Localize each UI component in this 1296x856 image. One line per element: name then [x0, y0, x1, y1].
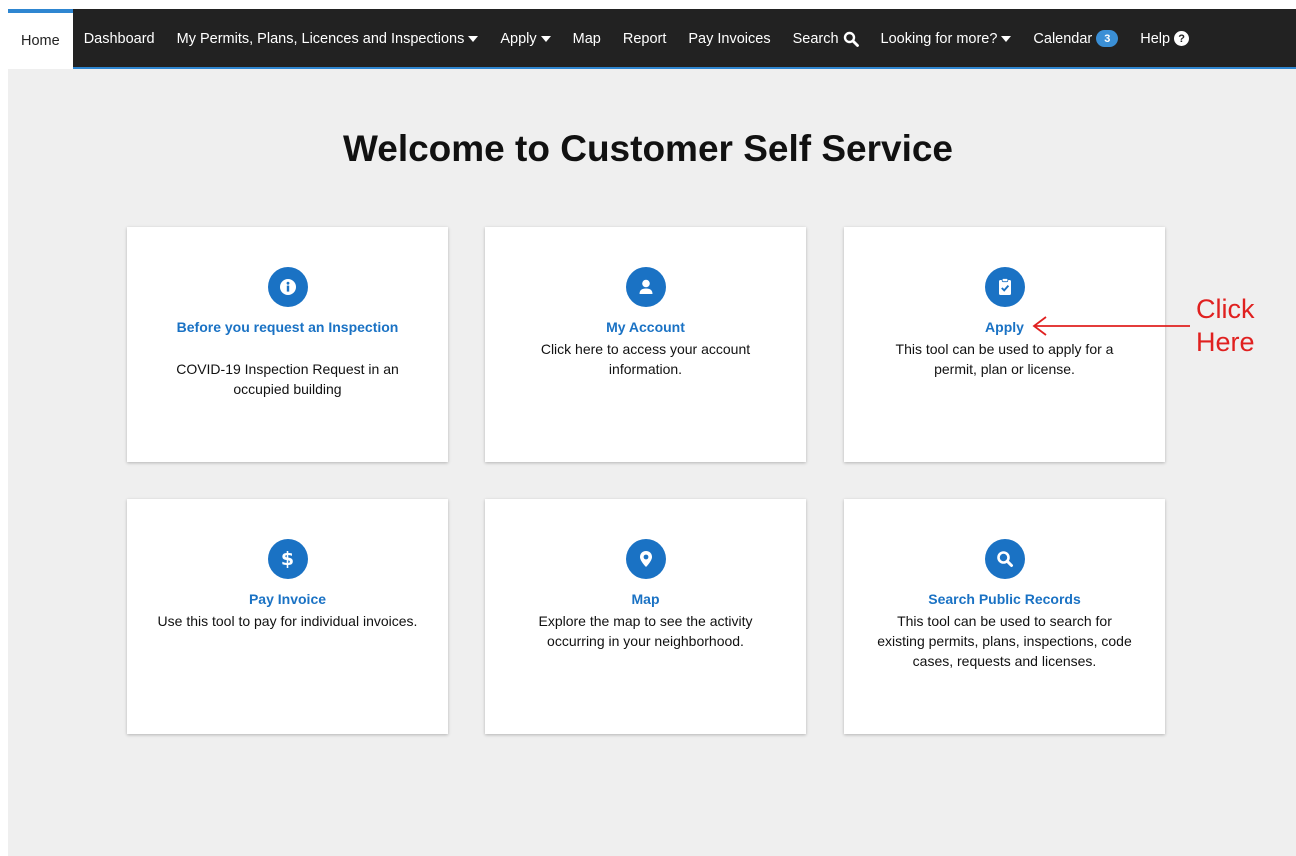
nav-map-label: Map	[572, 30, 601, 47]
card-description: This tool can be used to apply for a per…	[895, 341, 1114, 377]
nav-search[interactable]: Search	[782, 14, 870, 63]
card-search-public-records[interactable]: Search Public Records This tool can be u…	[844, 499, 1165, 734]
nav-apply-label: Apply	[500, 30, 537, 47]
card-description: Explore the map to see the activity occu…	[538, 613, 753, 649]
card-apply[interactable]: Apply This tool can be used to apply for…	[844, 227, 1165, 462]
card-title[interactable]: Map	[525, 589, 766, 609]
nav-pay-invoices[interactable]: Pay Invoices	[677, 14, 781, 63]
nav-looking-for-more-label: Looking for more?	[880, 30, 998, 47]
page-frame: Home Dashboard My Permits, Plans, Licenc…	[0, 0, 1296, 856]
nav-map[interactable]: Map	[562, 14, 612, 63]
nav-my-permits[interactable]: My Permits, Plans, Licences and Inspecti…	[166, 14, 490, 63]
nav-help[interactable]: Help ?	[1129, 14, 1200, 63]
search-icon	[843, 31, 859, 47]
info-icon	[267, 267, 308, 307]
nav-calendar[interactable]: Calendar 3	[1022, 14, 1129, 63]
card-title[interactable]: Search Public Records	[884, 589, 1125, 609]
nav-search-label: Search	[792, 30, 839, 47]
clipboard-check-icon	[984, 267, 1025, 307]
card-title[interactable]: Before you request an Inspection	[167, 317, 408, 337]
annotation-arrow-icon	[1032, 316, 1190, 336]
nav-report-label: Report	[622, 30, 667, 47]
user-icon	[625, 267, 666, 307]
search-icon	[984, 539, 1025, 579]
card-my-account[interactable]: My Account Click here to access your acc…	[485, 227, 806, 462]
nav-looking-for-more[interactable]: Looking for more?	[870, 14, 1023, 63]
content-area	[8, 69, 1296, 856]
card-before-inspection[interactable]: Before you request an Inspection COVID-1…	[127, 227, 448, 462]
card-description: Use this tool to pay for individual invo…	[157, 613, 418, 629]
calendar-count-badge: 3	[1096, 30, 1119, 47]
caret-down-icon	[1001, 35, 1012, 42]
nav-home[interactable]: Home	[8, 9, 73, 69]
nav-dashboard[interactable]: Dashboard	[73, 14, 166, 63]
card-description: This tool can be used to search for exis…	[877, 613, 1132, 669]
card-description: Click here to access your account inform…	[540, 341, 751, 377]
nav-calendar-label: Calendar	[1033, 30, 1093, 47]
nav-home-label: Home	[21, 33, 60, 49]
click-here-annotation: Click Here	[1196, 293, 1255, 359]
dollar-icon: $	[267, 539, 308, 579]
annotation-line: Click	[1196, 294, 1255, 324]
card-title[interactable]: Pay Invoice	[167, 589, 408, 609]
help-circle-icon: ?	[1174, 31, 1190, 46]
caret-down-icon	[468, 35, 479, 42]
nav-report[interactable]: Report	[612, 14, 678, 63]
page-title: Welcome to Customer Self Service	[342, 128, 954, 169]
caret-down-icon	[540, 35, 551, 42]
card-description: COVID-19 Inspection Request in an occupi…	[176, 361, 399, 397]
card-title[interactable]: My Account	[525, 317, 766, 337]
nav-dashboard-label: Dashboard	[83, 30, 155, 47]
nav-apply[interactable]: Apply	[489, 14, 561, 63]
nav-my-permits-label: My Permits, Plans, Licences and Inspecti…	[176, 30, 465, 47]
card-pay-invoice[interactable]: $ Pay Invoice Use this tool to pay for i…	[127, 499, 448, 734]
card-map[interactable]: Map Explore the map to see the activity …	[485, 499, 806, 734]
nav-help-label: Help	[1140, 30, 1171, 47]
nav-pay-invoices-label: Pay Invoices	[688, 30, 771, 47]
annotation-line: Here	[1196, 327, 1255, 357]
map-pin-icon	[625, 539, 666, 579]
top-navbar: Home Dashboard My Permits, Plans, Licenc…	[8, 9, 1296, 69]
